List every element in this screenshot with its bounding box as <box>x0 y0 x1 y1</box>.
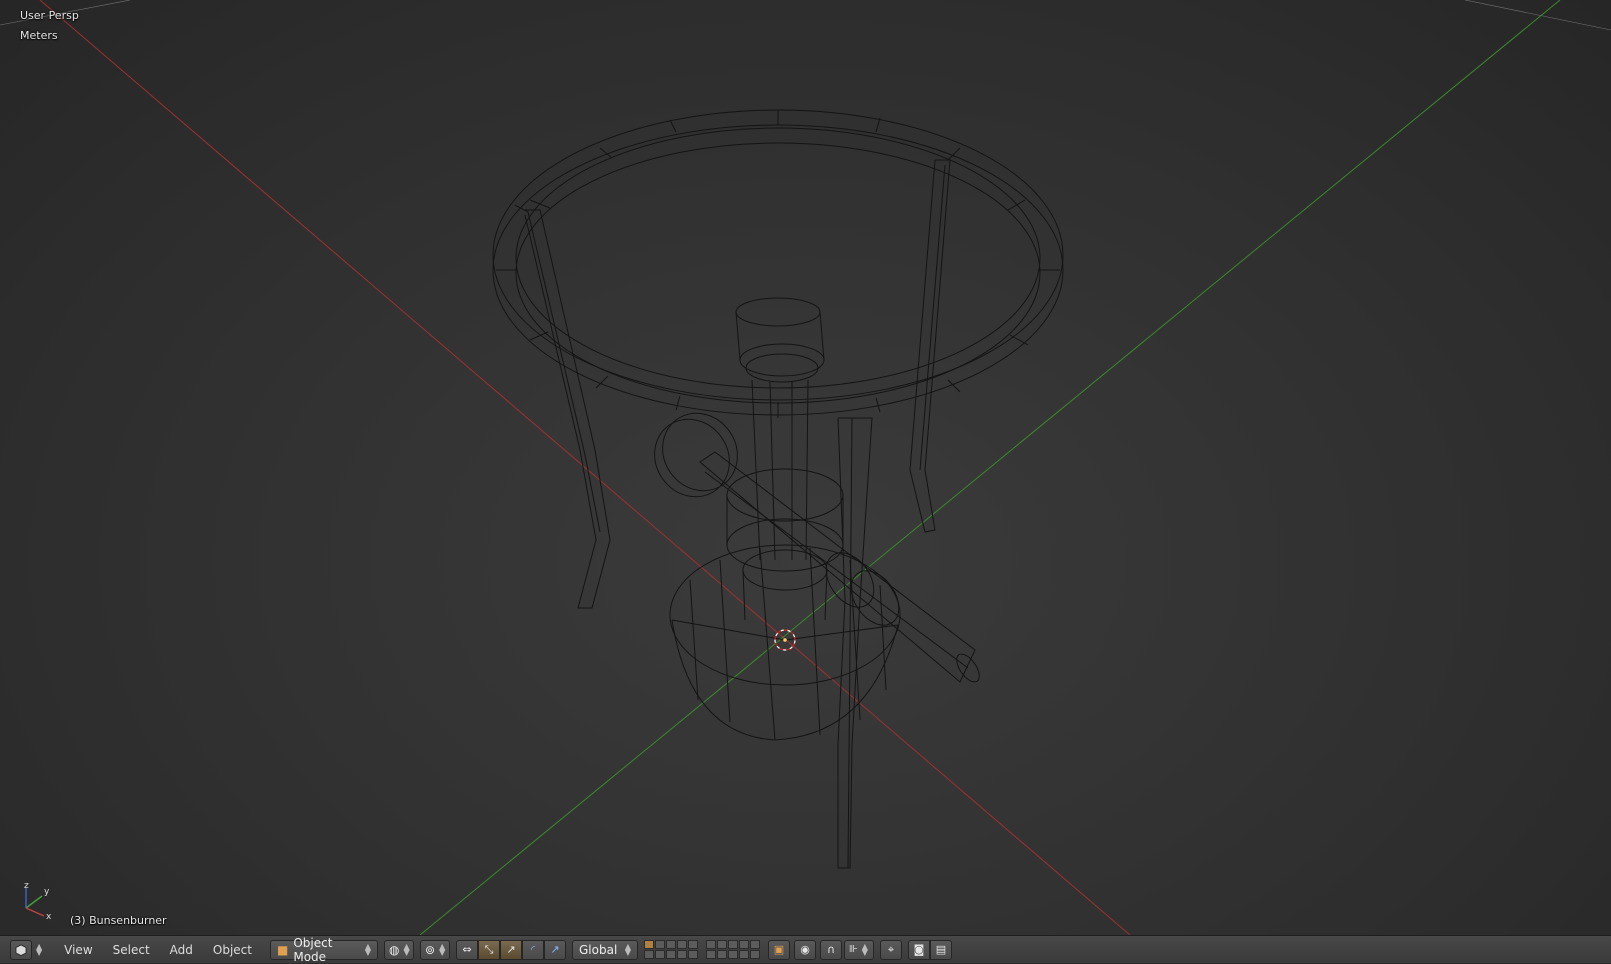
proportional-edit-button[interactable]: ◉ <box>794 939 816 960</box>
x-axis-line <box>39 0 1131 935</box>
layer-toggle[interactable] <box>717 950 727 959</box>
rotate-icon: ↗ <box>506 943 516 956</box>
menu-add[interactable]: Add <box>160 940 203 960</box>
snap-target-icon: ⌖ <box>887 942 895 956</box>
gizmo-z-label: z <box>24 881 29 891</box>
clapperboard-icon: ▤ <box>935 943 947 956</box>
burner-top <box>735 297 821 327</box>
cube-editor-icon <box>10 939 32 960</box>
layer-toggle[interactable] <box>677 950 687 959</box>
sphere-shading-icon: ◍ <box>389 942 400 957</box>
manipulator-group: ⇔ ⤡ ↗ ◜ ↗ <box>456 939 566 960</box>
editor-type-arrows-icon: ▲ ▼ <box>36 941 43 957</box>
units-label: Meters <box>20 29 58 42</box>
object-mode-icon: ■ <box>277 942 289 957</box>
axis-gizmo-icon: y x z <box>24 881 52 920</box>
pivot-point-icon: ⊚ <box>425 942 436 957</box>
leg-left <box>524 209 611 609</box>
bunsenburner-model <box>492 109 1064 869</box>
arrow-icon: ↗ <box>550 943 560 956</box>
y-axis-line <box>419 0 1561 935</box>
manipulator-toggle[interactable]: ⇔ <box>456 939 478 960</box>
layers-grid-a[interactable] <box>644 940 698 959</box>
view-border-line <box>1464 0 1611 31</box>
layer-toggle[interactable] <box>644 950 654 959</box>
ring-inner <box>515 127 1041 389</box>
proportional-edit-icon: ◉ <box>800 943 810 956</box>
viewport-header: ▲ ▼ View Select Add Object ■ Object Mode … <box>0 935 1611 964</box>
view-name-label: User Persp <box>20 9 79 22</box>
snap-arrows-icon: ▲ ▼ <box>861 941 868 957</box>
3d-cursor <box>774 629 796 651</box>
layer-toggle[interactable] <box>688 940 698 949</box>
gas-inlet <box>699 451 976 683</box>
ring-segments <box>496 110 1060 418</box>
magnet-icon: ∩ <box>826 943 836 956</box>
layer-toggle[interactable] <box>706 940 716 949</box>
camera-render-icon: ◙ <box>913 943 925 956</box>
active-object-label: (3) Bunsenburner <box>70 914 167 927</box>
layer-toggle[interactable] <box>750 940 760 949</box>
shading-dropdown[interactable]: ◍ ▲ ▼ <box>384 939 414 960</box>
snap-element-button[interactable]: ∩ <box>820 939 842 960</box>
layer-toggle[interactable] <box>644 940 654 949</box>
layer-toggle[interactable] <box>655 950 665 959</box>
lock-camera-button[interactable]: ▣ <box>768 939 790 960</box>
layer-toggle[interactable] <box>739 950 749 959</box>
arc-icon: ◜ <box>530 943 536 956</box>
base-segments <box>671 547 899 741</box>
layer-toggle[interactable] <box>728 950 738 959</box>
rotate-toggle[interactable]: ↗ <box>500 939 522 960</box>
arrow-toggle[interactable]: ↗ <box>544 939 566 960</box>
gas-knob <box>654 418 730 498</box>
scale-toggle[interactable]: ◜ <box>522 939 544 960</box>
translate-icon: ⤡ <box>484 942 494 956</box>
layer-toggle[interactable] <box>688 950 698 959</box>
gizmo-y-label: y <box>44 887 50 897</box>
translate-toggle[interactable]: ⤡ <box>478 939 500 960</box>
burner-collar <box>726 468 844 522</box>
menu-view[interactable]: View <box>54 940 102 960</box>
orientation-arrows-icon: ▲ ▼ <box>624 941 631 957</box>
anim-render-button[interactable]: ▤ <box>930 939 952 960</box>
mode-dropdown[interactable]: ■ Object Mode ▲ ▼ <box>270 936 378 964</box>
layer-toggle[interactable] <box>666 950 676 959</box>
wireframe-scene <box>0 0 1611 935</box>
layer-toggle[interactable] <box>706 950 716 959</box>
pivot-dropdown[interactable]: ⊚ ▲ ▼ <box>420 939 450 960</box>
orientation-dropdown[interactable]: Global ▲ ▼ <box>572 939 638 960</box>
layer-toggle[interactable] <box>666 940 676 949</box>
shading-arrows-icon: ▲ ▼ <box>403 941 410 957</box>
mode-dropdown-label: Object Mode <box>293 935 333 964</box>
editor-type-button[interactable]: ▲ ▼ <box>10 939 43 960</box>
menu-object[interactable]: Object <box>203 940 262 960</box>
gizmo-x-label: x <box>46 912 52 920</box>
mode-arrows-icon: ▲ ▼ <box>364 941 371 957</box>
menu-select[interactable]: Select <box>103 940 160 960</box>
layer-toggle[interactable] <box>739 940 749 949</box>
snap-increment-icon: ⊪ <box>849 944 858 955</box>
snap-target-button[interactable]: ⌖ <box>880 939 902 960</box>
layer-toggle[interactable] <box>728 940 738 949</box>
layer-toggle[interactable] <box>655 940 665 949</box>
lock-icon: ▣ <box>773 943 785 956</box>
orientation-label: Global <box>579 942 618 957</box>
layer-toggle[interactable] <box>717 940 727 949</box>
snap-dropdown[interactable]: ⊪ ▲ ▼ <box>844 939 874 960</box>
layer-toggle[interactable] <box>677 940 687 949</box>
layers-grid-b[interactable] <box>706 940 760 959</box>
ring-outer <box>492 109 1064 401</box>
3d-viewport[interactable]: User Persp Meters y x z (3) Bunsenburner <box>0 0 1611 935</box>
manipulator-icon: ⇔ <box>462 943 472 956</box>
layer-toggle[interactable] <box>750 950 760 959</box>
pivot-arrows-icon: ▲ ▼ <box>439 941 446 957</box>
render-button[interactable]: ◙ <box>908 939 930 960</box>
